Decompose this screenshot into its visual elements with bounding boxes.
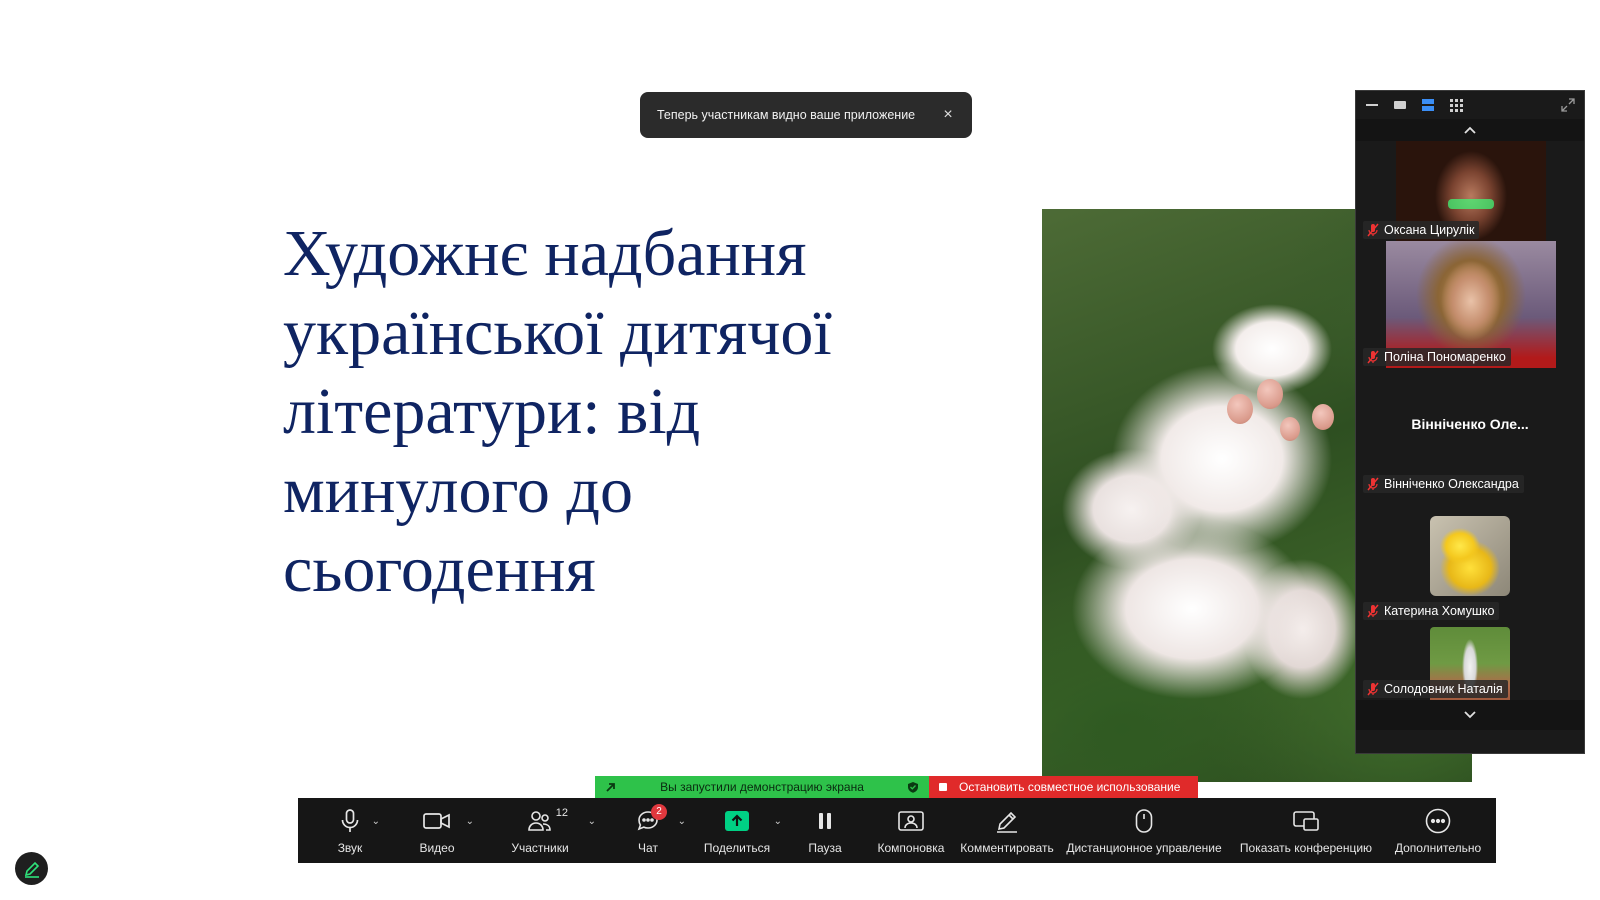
remote-control-button[interactable]: Дистанционное управление xyxy=(1060,798,1228,863)
hide-video-icon[interactable] xyxy=(1392,98,1408,112)
participant-name-label: Катерина Хомушко xyxy=(1363,602,1500,620)
participants-icon xyxy=(528,807,552,835)
gallery-scroll-down[interactable] xyxy=(1356,700,1584,730)
shield-icon xyxy=(908,782,918,793)
show-conference-button[interactable]: Показать конференцию xyxy=(1228,798,1384,863)
more-options-icon xyxy=(1425,807,1451,835)
video-button[interactable]: ⌄ Видео xyxy=(398,798,476,863)
pause-icon xyxy=(818,807,832,835)
stop-share-label: Остановить совместное использование xyxy=(959,780,1181,794)
layout-icon xyxy=(898,807,924,835)
participant-name-label: Солодовник Наталія xyxy=(1363,680,1508,698)
annotation-tool-button[interactable] xyxy=(15,852,48,885)
participant-display-name: Вінніченко Оле... xyxy=(1411,416,1529,432)
chevron-down-icon[interactable]: ⌄ xyxy=(372,816,380,827)
sharing-status-bar[interactable]: Вы запустили демонстрацию экрана xyxy=(595,776,929,798)
participant-tile[interactable]: Оксана Цирулік xyxy=(1356,141,1584,241)
gallery-view-toolbar xyxy=(1356,91,1584,119)
participants-button[interactable]: 12 ⌄ Участники xyxy=(476,798,604,863)
share-notification-toast: Теперь участникам видно ваше приложение … xyxy=(640,92,972,138)
pause-share-button[interactable]: Пауза xyxy=(782,798,868,863)
rose-bud xyxy=(1227,394,1253,424)
video-gallery-panel: Оксана Цирулік Поліна Пономаренко Вінніч… xyxy=(1355,90,1585,754)
pencil-icon xyxy=(24,861,39,878)
share-screen-icon xyxy=(725,807,749,835)
pencil-icon xyxy=(995,807,1019,835)
slide-title: Художнє надбання української дитячої літ… xyxy=(283,214,923,609)
chevron-down-icon[interactable]: ⌄ xyxy=(774,816,782,827)
chevron-down-icon[interactable]: ⌄ xyxy=(466,816,474,827)
slide-title-line: минулого до xyxy=(283,454,633,527)
gallery-grid-icon[interactable] xyxy=(1448,98,1464,112)
chevron-down-icon[interactable]: ⌄ xyxy=(588,816,596,827)
participant-name-label: Оксана Цирулік xyxy=(1363,221,1480,239)
participant-tile[interactable]: Солодовник Наталія xyxy=(1356,622,1584,700)
rose-bud xyxy=(1257,379,1283,409)
muted-mic-icon xyxy=(1366,350,1380,364)
participant-tile[interactable]: Поліна Пономаренко xyxy=(1356,241,1584,368)
meeting-toolbar: ⌄ Звук ⌄ Видео 12 ⌄ Участники 2 ⌄ Чат ⌄ … xyxy=(298,798,1496,863)
chevron-up-icon xyxy=(1464,126,1476,134)
stop-share-button[interactable]: Остановить совместное использование xyxy=(929,776,1198,798)
gallery-scroll-up[interactable] xyxy=(1356,119,1584,141)
muted-mic-icon xyxy=(1366,682,1380,696)
toast-message: Теперь участникам видно ваше приложение xyxy=(657,108,916,122)
chevron-down-icon xyxy=(1464,711,1476,719)
chat-button[interactable]: 2 ⌄ Чат xyxy=(604,798,692,863)
participant-avatar-duckling xyxy=(1430,516,1510,596)
slide-title-line: літератури: від xyxy=(283,375,701,448)
stop-icon xyxy=(939,783,947,791)
more-button[interactable]: Дополнительно xyxy=(1384,798,1492,863)
unread-badge: 2 xyxy=(651,803,667,820)
audio-button[interactable]: ⌄ Звук xyxy=(302,798,398,863)
muted-mic-icon xyxy=(1366,223,1380,237)
muted-mic-icon xyxy=(1366,477,1380,491)
chat-bubble-icon: 2 xyxy=(637,803,667,835)
show-conference-icon xyxy=(1293,807,1319,835)
slide-title-line: Художнє надбання xyxy=(283,217,807,290)
participant-name-label: Поліна Пономаренко xyxy=(1363,348,1511,366)
share-arrow-icon xyxy=(606,783,615,792)
slide-title-line: української дитячої xyxy=(283,296,832,369)
participant-tile[interactable]: Вінніченко Оле... Вінніченко Олександра xyxy=(1356,368,1584,495)
muted-mic-icon xyxy=(1366,604,1380,618)
close-icon[interactable]: × xyxy=(940,106,956,124)
expand-icon[interactable] xyxy=(1560,98,1576,112)
annotate-button[interactable]: Комментировать xyxy=(954,798,1060,863)
participant-name-label: Вінніченко Олександра xyxy=(1363,475,1524,493)
layout-button[interactable]: Компоновка xyxy=(868,798,954,863)
mouse-icon xyxy=(1135,807,1153,835)
rose-bud xyxy=(1312,404,1334,430)
participant-tile[interactable]: Катерина Хомушко xyxy=(1356,495,1584,622)
participants-count: 12 xyxy=(555,807,568,819)
share-screen-button[interactable]: ⌄ Поделиться xyxy=(692,798,782,863)
microphone-icon xyxy=(340,807,360,835)
rose-bud xyxy=(1280,417,1300,441)
speaker-view-icon[interactable] xyxy=(1420,98,1436,112)
minimize-icon[interactable] xyxy=(1364,98,1380,112)
chevron-down-icon[interactable]: ⌄ xyxy=(678,816,686,827)
sharing-status-text: Вы запустили демонстрацию экрана xyxy=(660,780,864,794)
slide-title-line: сьогодення xyxy=(283,533,596,606)
video-camera-icon xyxy=(423,807,451,835)
